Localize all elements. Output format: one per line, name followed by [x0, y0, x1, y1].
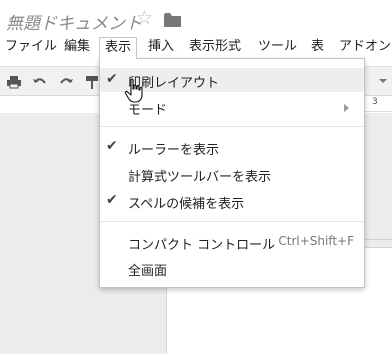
menu-separator	[100, 126, 364, 127]
menu-item-show-equation-toolbar[interactable]: 計算式ツールバーを表示	[100, 162, 364, 186]
menu-tools[interactable]: ツール	[258, 37, 297, 59]
menu-insert[interactable]: 挿入	[148, 37, 174, 59]
menu-format[interactable]: 表示形式	[189, 37, 241, 59]
chevron-down-icon[interactable]	[379, 79, 387, 83]
redo-icon[interactable]	[58, 74, 74, 90]
menu-item-label: ルーラーを表示	[128, 143, 220, 158]
undo-icon[interactable]	[32, 74, 48, 90]
menu-table[interactable]: 表	[311, 37, 324, 59]
docs-window: 無題ドキュメント ☆ ファイル 編集 表示 挿入 表示形式 ツール 表 アドオン	[0, 0, 392, 354]
menu-item-full-screen[interactable]: 全画面	[100, 256, 364, 280]
menu-addons[interactable]: アドオン	[339, 37, 391, 59]
menu-item-label: 計算式ツールバーを表示	[128, 170, 272, 185]
keyboard-shortcut: Ctrl+Shift+F	[278, 234, 354, 248]
paint-format-icon[interactable]	[84, 74, 100, 90]
menu-edit[interactable]: 編集	[64, 37, 90, 59]
checkmark-icon: ✔	[106, 71, 118, 87]
menu-item-show-ruler[interactable]: ✔ ルーラーを表示	[100, 135, 364, 159]
print-icon[interactable]	[6, 74, 22, 90]
submenu-arrow-icon	[344, 104, 349, 112]
menu-item-show-spelling-suggestions[interactable]: ✔ スペルの候補を表示	[100, 189, 364, 213]
menu-item-label: スペルの候補を表示	[128, 197, 245, 212]
menu-bar: ファイル 編集 表示 挿入 表示形式 ツール 表 アドオン	[0, 37, 392, 59]
menu-file[interactable]: ファイル	[5, 37, 57, 59]
menu-separator	[100, 221, 364, 222]
hand-cursor-icon	[124, 78, 143, 103]
menu-item-compact-controls[interactable]: コンパクト コントロール Ctrl+Shift+F	[100, 230, 364, 254]
checkmark-icon: ✔	[106, 192, 118, 208]
title-bar: 無題ドキュメント ☆	[0, 0, 392, 38]
star-icon[interactable]: ☆	[136, 9, 153, 28]
folder-icon[interactable]	[164, 13, 181, 27]
menu-view[interactable]: 表示	[99, 37, 138, 59]
menu-item-label: 全画面	[128, 264, 168, 279]
document-title[interactable]: 無題ドキュメント	[6, 9, 142, 34]
checkmark-icon: ✔	[106, 138, 118, 154]
menu-item-label: コンパクト コントロール	[128, 238, 276, 253]
ruler-number: 3	[372, 97, 378, 107]
